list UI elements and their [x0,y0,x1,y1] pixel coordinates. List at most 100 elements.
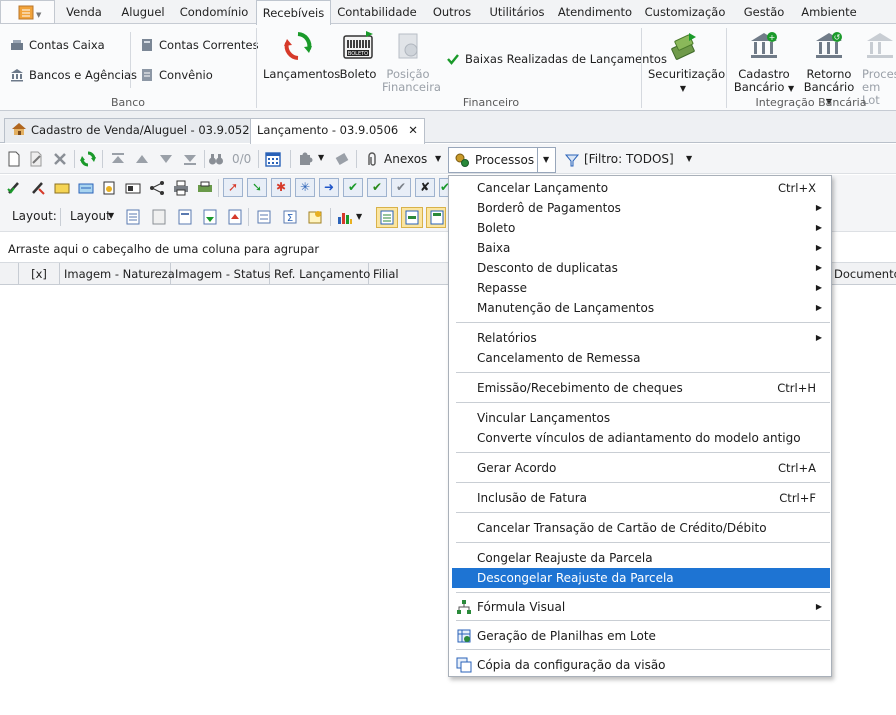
menu-item-copia-configuracao[interactable]: Cópia da configuração da visão [452,655,830,675]
layout-grid-icon[interactable] [125,209,141,225]
menu-item-manutencao-lancamentos[interactable]: Manutenção de Lançamentos ▶ [452,298,830,318]
new-document-icon[interactable] [6,151,22,167]
arrow-down-green-button[interactable]: ➘ [247,178,267,197]
convenio-button[interactable]: Convênio [140,65,213,85]
close-icon[interactable]: ✕ [408,123,418,137]
menu-item-descongelar-reajuste[interactable]: Descongelar Reajuste da Parcela [452,568,830,588]
first-record-icon[interactable] [110,151,126,167]
menu-item-cancelar-transacao-cartao[interactable]: Cancelar Transação de Cartão de Crédito/… [452,518,830,538]
column-header-select[interactable]: [x] [19,263,60,285]
menu-item-relatorios[interactable]: Relatórios ▶ [452,328,830,348]
last-record-icon[interactable] [182,151,198,167]
pen-check-icon[interactable] [6,180,22,196]
menu-item-gerar-acordo[interactable]: Gerar Acordo Ctrl+A [452,458,830,478]
column-header-documento[interactable]: Documento [830,263,896,285]
contas-caixa-button[interactable]: Contas Caixa [10,35,105,55]
layout-export-icon[interactable] [227,209,243,225]
menu-item-converte-vinculos[interactable]: Converte vínculos de adiantamento do mod… [452,428,830,448]
contas-correntes-button[interactable]: Contas Correntes [140,35,259,55]
layout-copy-icon[interactable] [151,209,167,225]
baixas-realizadas-button[interactable]: Baixas Realizadas de Lançamentos [446,49,667,69]
arrow-up-red-button[interactable]: ➚ [223,178,243,197]
ribbon-tab-venda[interactable]: Venda [60,0,108,24]
document-money-icon[interactable] [101,180,117,196]
bar-chart-icon[interactable] [337,209,353,225]
ribbon-tab-recebiveis[interactable]: Recebíveis [256,0,331,25]
calendar-grid-icon[interactable] [265,151,281,167]
cancel-x-button[interactable]: ✘ [415,178,435,197]
pen-cancel-icon[interactable] [30,180,46,196]
card-yellow-icon[interactable] [54,180,70,196]
agreement-icon [142,69,152,81]
eraser-icon[interactable] [334,151,350,167]
sum-icon[interactable]: Σ [282,209,298,225]
menu-item-bordero-pagamentos[interactable]: Borderô de Pagamentos ▶ [452,198,830,218]
asterisk-blue-button[interactable]: ✳ [295,178,315,197]
securitizacao-button[interactable]: Securitização ▼ [648,30,725,95]
menu-item-label: Cancelamento de Remessa [477,351,641,365]
menu-item-baixa[interactable]: Baixa ▶ [452,238,830,258]
boleto-button[interactable]: BOLETO Boleto [338,30,378,81]
doc-tab-lancamento[interactable]: Lançamento - 03.9.0506 ✕ [250,118,425,144]
ribbon-tab-outros[interactable]: Outros [424,0,480,24]
menu-item-vincular-lancamentos[interactable]: Vincular Lançamentos [452,408,830,428]
menu-item-congelar-reajuste[interactable]: Congelar Reajuste da Parcela [452,548,830,568]
submenu-arrow-icon: ▶ [815,263,822,272]
column-header-imagem-natureza[interactable]: Imagem - Natureza [60,263,175,285]
print-preview-icon[interactable] [197,180,213,196]
menu-item-inclusao-fatura[interactable]: Inclusão de Fatura Ctrl+F [452,488,830,508]
posicao-financeira-button[interactable]: Posição Financeira [382,30,441,94]
ribbon-tab-aluguel[interactable]: Aluguel [112,0,174,24]
bancos-agencias-button[interactable]: Bancos e Agências [10,65,137,85]
view-card-button[interactable] [426,207,446,228]
view-table-button[interactable] [376,207,398,228]
binoculars-icon[interactable] [208,151,224,167]
menu-item-boleto[interactable]: Boleto ▶ [452,218,830,238]
ribbon-tab-contabilidade[interactable]: Contabilidade [336,0,418,24]
share-nodes-icon[interactable] [149,180,165,196]
menu-item-formula-visual[interactable]: Fórmula Visual ▶ [452,597,830,617]
column-header-ref-lancamento[interactable]: Ref. Lançamento [270,263,370,285]
ticket-icon[interactable] [125,180,141,196]
refresh-icon[interactable] [80,151,96,167]
lancamentos-button[interactable]: Lançamentos [263,30,340,81]
menu-item-geracao-planilhas[interactable]: Geração de Planilhas em Lote [452,626,830,646]
ribbon-tab-atendimento[interactable]: Atendimento [556,0,634,24]
column-header-filial[interactable]: Filial [369,263,449,285]
ribbon-tab-condominio[interactable]: Condomínio [178,0,250,24]
arrow-right-button[interactable]: ➜ [319,178,339,197]
ribbon-tab-ambiente[interactable]: Ambiente [798,0,860,24]
cadastro-bancario-button[interactable]: + Cadastro Bancário ▼ [733,30,795,95]
print-icon[interactable] [173,180,189,196]
check-gray-button[interactable]: ✔ [391,178,411,197]
check-dark-green-button[interactable]: ✔ [367,178,387,197]
application-menu-button[interactable]: ▼ [0,0,55,24]
layout-import-icon[interactable] [202,209,218,225]
card-blue-icon[interactable] [78,180,94,196]
ribbon-tab-gestao[interactable]: Gestão [736,0,792,24]
column-header-imagem-status[interactable]: Imagem - Status [171,263,270,285]
menu-item-emissao-cheques[interactable]: Emissão/Recebimento de cheques Ctrl+H [452,378,830,398]
asterisk-red-button[interactable]: ✱ [271,178,291,197]
processos-button[interactable]: Processos ▼ [448,147,556,173]
form-icon[interactable] [256,209,272,225]
ribbon-tab-utilitarios[interactable]: Utilitários [486,0,548,24]
chevron-down-icon[interactable]: ▼ [318,153,324,162]
note-star-icon[interactable] [307,209,323,225]
previous-record-icon[interactable] [134,151,150,167]
puzzle-icon[interactable] [298,151,314,167]
menu-item-desconto-duplicatas[interactable]: Desconto de duplicatas ▶ [452,258,830,278]
edit-document-icon[interactable] [28,151,44,167]
layout-list-icon[interactable] [177,209,193,225]
check-green-button[interactable]: ✔ [343,178,363,197]
next-record-icon[interactable] [158,151,174,167]
view-detail-button[interactable] [401,207,423,228]
asterisk-icon: ✱ [275,180,287,194]
ribbon-tab-customizacao[interactable]: Customização [644,0,726,24]
menu-item-repasse[interactable]: Repasse ▶ [452,278,830,298]
menu-item-cancelamento-remessa[interactable]: Cancelamento de Remessa [452,348,830,368]
menu-item-cancelar-lancamento[interactable]: Cancelar Lançamento Ctrl+X [452,178,830,198]
doc-tab-cadastro-venda[interactable]: Cadastro de Venda/Aluguel - 03.9.0524 [4,118,264,143]
delete-icon[interactable] [52,151,68,167]
chevron-down-icon[interactable]: ▼ [356,212,362,221]
